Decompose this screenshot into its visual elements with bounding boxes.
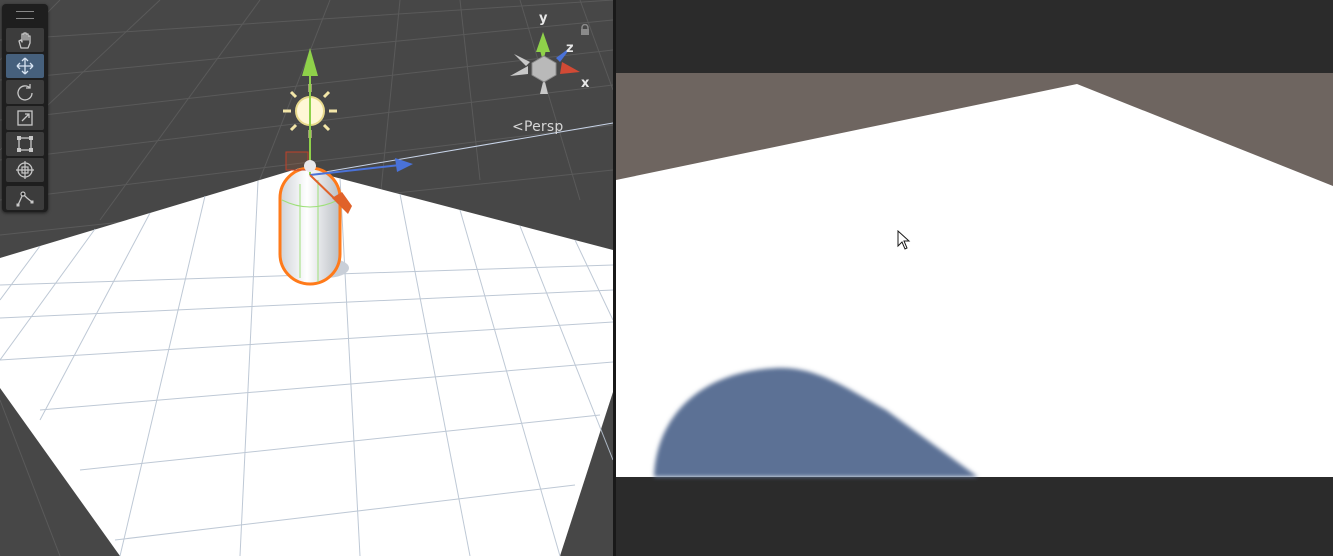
rotate-tool-button[interactable] (6, 80, 44, 104)
rect-tool-button[interactable] (6, 132, 44, 156)
tool-palette (2, 4, 48, 212)
move-tool-button[interactable] (6, 54, 44, 78)
custom-tool-button[interactable] (6, 186, 44, 210)
gizmo-center[interactable] (304, 160, 316, 172)
rotate-icon (17, 84, 33, 101)
gizmo-z-label: z (566, 41, 574, 56)
scene-view[interactable]: y z x <Persp (0, 0, 613, 556)
z-axis-handle[interactable] (395, 158, 413, 172)
mouse-cursor-icon (897, 229, 911, 254)
transform-tool-button[interactable] (6, 158, 44, 182)
move-icon (16, 57, 34, 75)
scale-icon (17, 110, 33, 126)
camera-mode-label: Persp (523, 119, 564, 135)
lock-icon[interactable] (580, 21, 590, 40)
capsule-object[interactable] (278, 166, 342, 286)
game-render (616, 73, 1333, 477)
drag-handle-icon[interactable] (16, 11, 34, 19)
hand-tool-button[interactable] (6, 28, 44, 52)
scene-viewport[interactable] (0, 0, 613, 556)
transform-icon (16, 161, 34, 179)
gizmo-x-label: x (581, 76, 590, 91)
hand-icon (18, 32, 31, 49)
scale-tool-button[interactable] (6, 106, 44, 130)
chevron-left-icon: < (512, 119, 524, 135)
camera-mode-toggle[interactable]: <Persp (512, 119, 563, 135)
custom-tool-icon (16, 191, 34, 207)
y-axis-handle[interactable] (302, 48, 318, 76)
gizmo-y-label: y (539, 11, 548, 26)
rect-transform-icon (17, 136, 33, 152)
game-view[interactable] (616, 0, 1333, 556)
